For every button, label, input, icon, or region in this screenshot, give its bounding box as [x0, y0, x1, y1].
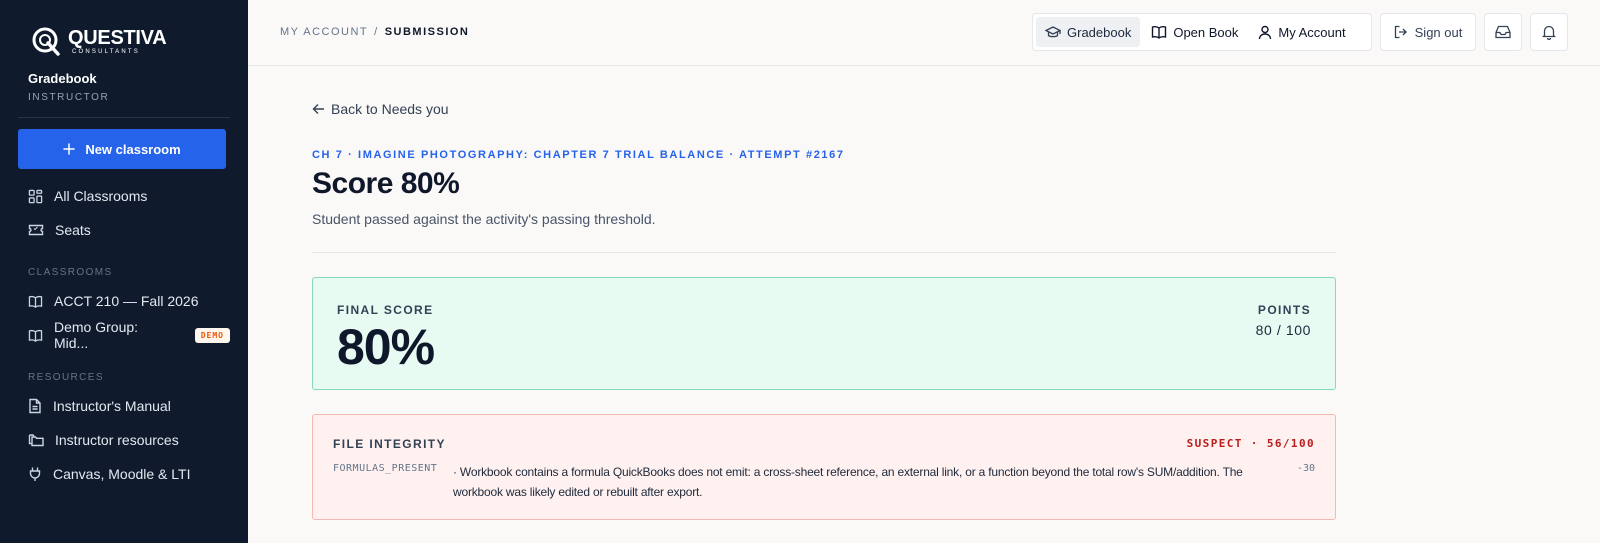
sidebar-item-seats[interactable]: Seats	[18, 213, 230, 247]
sign-out-button[interactable]: Sign out	[1380, 13, 1476, 51]
brand-name: QUESTIVA	[68, 26, 167, 49]
tab-label: Gradebook	[1067, 24, 1132, 40]
questiva-logo-icon	[32, 27, 60, 56]
integrity-check-description: · Workbook contains a formula QuickBooks…	[453, 465, 1243, 499]
sign-out-label: Sign out	[1414, 24, 1463, 40]
graduation-cap-icon	[1045, 26, 1061, 38]
document-icon	[29, 398, 41, 414]
folders-icon	[28, 434, 44, 447]
page-title: Score 80%	[312, 167, 460, 200]
final-score-card: FINAL SCORE 80% POINTS 80 / 100	[312, 277, 1336, 390]
breadcrumb-my-account[interactable]: MY ACCOUNT	[280, 26, 368, 38]
sidebar-item-canvas-lti[interactable]: Canvas, Moodle & LTI	[18, 457, 230, 491]
book-icon	[28, 329, 43, 342]
tab-label: Open Book	[1173, 24, 1239, 40]
book-icon	[28, 295, 43, 308]
tab-label: My Account	[1278, 24, 1346, 40]
score-description: Student passed against the activity's pa…	[312, 211, 656, 227]
classrooms-section-label: CLASSROOMS	[28, 267, 113, 278]
brand-logo[interactable]: QUESTIVA CONSULTANTS	[18, 0, 230, 62]
points-value: 80 / 100	[1255, 322, 1311, 338]
back-link-label: Back to Needs you	[331, 101, 449, 117]
ticket-icon	[28, 224, 44, 236]
sidebar-item-label: Seats	[55, 222, 91, 238]
sidebar-item-all-classrooms[interactable]: All Classrooms	[18, 179, 230, 213]
points-label: POINTS	[1257, 303, 1311, 317]
integrity-check-code: FORMULAS_PRESENT	[333, 463, 438, 474]
integrity-status-badge: SUSPECT · 56/100	[1186, 437, 1315, 450]
sidebar-item-label: Instructor's Manual	[53, 398, 171, 414]
resources-section-label: RESOURCES	[28, 372, 104, 383]
integrity-penalty: -30	[1296, 463, 1315, 474]
tab-gradebook[interactable]: Gradebook	[1036, 17, 1141, 47]
demo-badge: DEMO	[194, 327, 230, 343]
plus-icon	[63, 143, 76, 155]
top-nav-tabs: Gradebook Open Book My Account	[1032, 13, 1372, 51]
new-classroom-button[interactable]: New classroom	[18, 129, 226, 169]
inbox-icon	[1495, 25, 1511, 39]
sidebar-item-acct-210[interactable]: ACCT 210 — Fall 2026	[18, 284, 230, 318]
arrow-left-icon	[312, 104, 324, 114]
sidebar-item-label: Canvas, Moodle & LTI	[53, 466, 191, 482]
topbar: MY ACCOUNT / SUBMISSION Gradebook Open Boo…	[248, 0, 1600, 66]
inbox-button[interactable]	[1484, 13, 1522, 51]
file-integrity-label: FILE INTEGRITY	[333, 437, 446, 451]
sidebar-item-instructors-manual[interactable]: Instructor's Manual	[18, 389, 230, 423]
sidebar-divider	[18, 117, 230, 118]
main-content: Back to Needs you CH 7 · IMAGINE PHOTOGR…	[312, 66, 1336, 520]
sidebar-item-instructor-resources[interactable]: Instructor resources	[18, 423, 230, 457]
breadcrumb-separator: /	[374, 26, 379, 38]
final-score-value: 80%	[337, 319, 435, 375]
new-classroom-label: New classroom	[85, 141, 181, 157]
attempt-kicker: CH 7 · IMAGINE PHOTOGRAPHY: CHAPTER 7 TR…	[312, 149, 845, 161]
file-integrity-card: FILE INTEGRITY SUSPECT · 56/100 FORMULAS…	[312, 414, 1336, 520]
notifications-button[interactable]	[1530, 13, 1568, 51]
sidebar-item-label: ACCT 210 — Fall 2026	[54, 293, 199, 309]
sidebar-role: INSTRUCTOR	[28, 92, 110, 103]
sidebar-item-label: Demo Group: Mid...	[54, 319, 139, 351]
sidebar: QUESTIVA CONSULTANTS Gradebook INSTRUCTO…	[0, 0, 248, 543]
divider	[312, 252, 1336, 253]
breadcrumb: MY ACCOUNT / SUBMISSION	[280, 26, 469, 38]
sign-out-icon	[1394, 25, 1407, 39]
bell-icon	[1542, 25, 1556, 40]
back-link[interactable]: Back to Needs you	[312, 101, 1336, 117]
sidebar-title: Gradebook	[28, 71, 97, 86]
brand-tagline: CONSULTANTS	[72, 48, 140, 55]
tab-my-account[interactable]: My Account	[1249, 17, 1354, 47]
sidebar-item-label: All Classrooms	[54, 188, 148, 204]
tab-open-book[interactable]: Open Book	[1142, 17, 1247, 47]
breadcrumb-current: SUBMISSION	[384, 26, 470, 38]
plug-icon	[29, 467, 41, 481]
sidebar-item-label: Instructor resources	[55, 432, 179, 448]
grid-icon	[28, 189, 43, 203]
open-book-icon	[1152, 26, 1167, 39]
sidebar-item-demo-group[interactable]: Demo Group: Mid... DEMO	[18, 318, 230, 352]
final-score-label: FINAL SCORE	[337, 303, 434, 317]
user-icon	[1259, 25, 1272, 39]
